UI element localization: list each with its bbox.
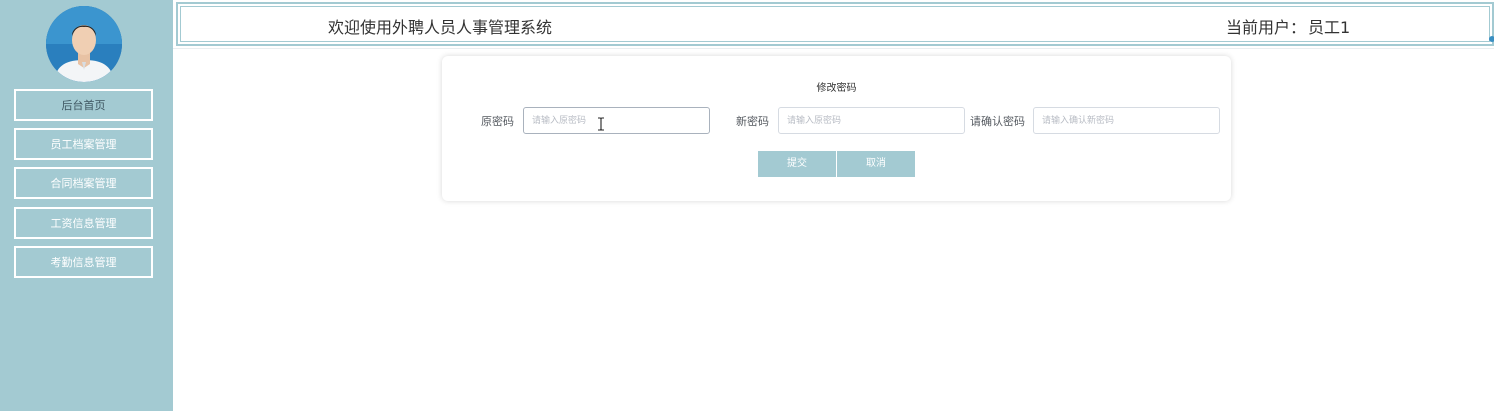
text-cursor-icon — [598, 117, 604, 131]
old-password-input[interactable] — [523, 107, 710, 134]
avatar[interactable] — [46, 6, 122, 82]
submit-button[interactable]: 提交 — [758, 151, 836, 177]
confirm-password-input[interactable] — [1033, 107, 1220, 134]
user-photo-icon — [46, 6, 122, 82]
sidebar-item-contract-records[interactable]: 合同档案管理 — [14, 167, 153, 199]
sidebar-item-salary[interactable]: 工资信息管理 — [14, 207, 153, 239]
change-password-card: 修改密码 原密码 新密码 请确认密码 提交 取消 — [442, 56, 1231, 201]
sidebar-item-employee-records[interactable]: 员工档案管理 — [14, 128, 153, 160]
header-bar: 欢迎使用外聘人员人事管理系统 当前用户： 员工1 — [176, 2, 1494, 46]
sidebar-item-attendance[interactable]: 考勤信息管理 — [14, 246, 153, 278]
scroll-dot-icon — [1489, 36, 1494, 42]
page-title: 欢迎使用外聘人员人事管理系统 — [328, 18, 553, 37]
divider — [173, 48, 1494, 49]
sidebar-item-home[interactable]: 后台首页 — [14, 89, 153, 121]
new-password-label: 新密码 — [736, 115, 769, 128]
sidebar: 后台首页 员工档案管理 合同档案管理 工资信息管理 考勤信息管理 — [0, 0, 173, 411]
cancel-button[interactable]: 取消 — [837, 151, 915, 177]
confirm-password-label: 请确认密码 — [970, 115, 1025, 128]
old-password-label: 原密码 — [481, 115, 514, 128]
current-user: 当前用户： 员工1 — [1224, 14, 1350, 38]
form-title: 修改密码 — [816, 83, 857, 94]
new-password-input[interactable] — [778, 107, 965, 134]
current-user-label: 当前用户： — [1226, 18, 1307, 37]
current-user-name: 员工1 — [1308, 18, 1351, 37]
